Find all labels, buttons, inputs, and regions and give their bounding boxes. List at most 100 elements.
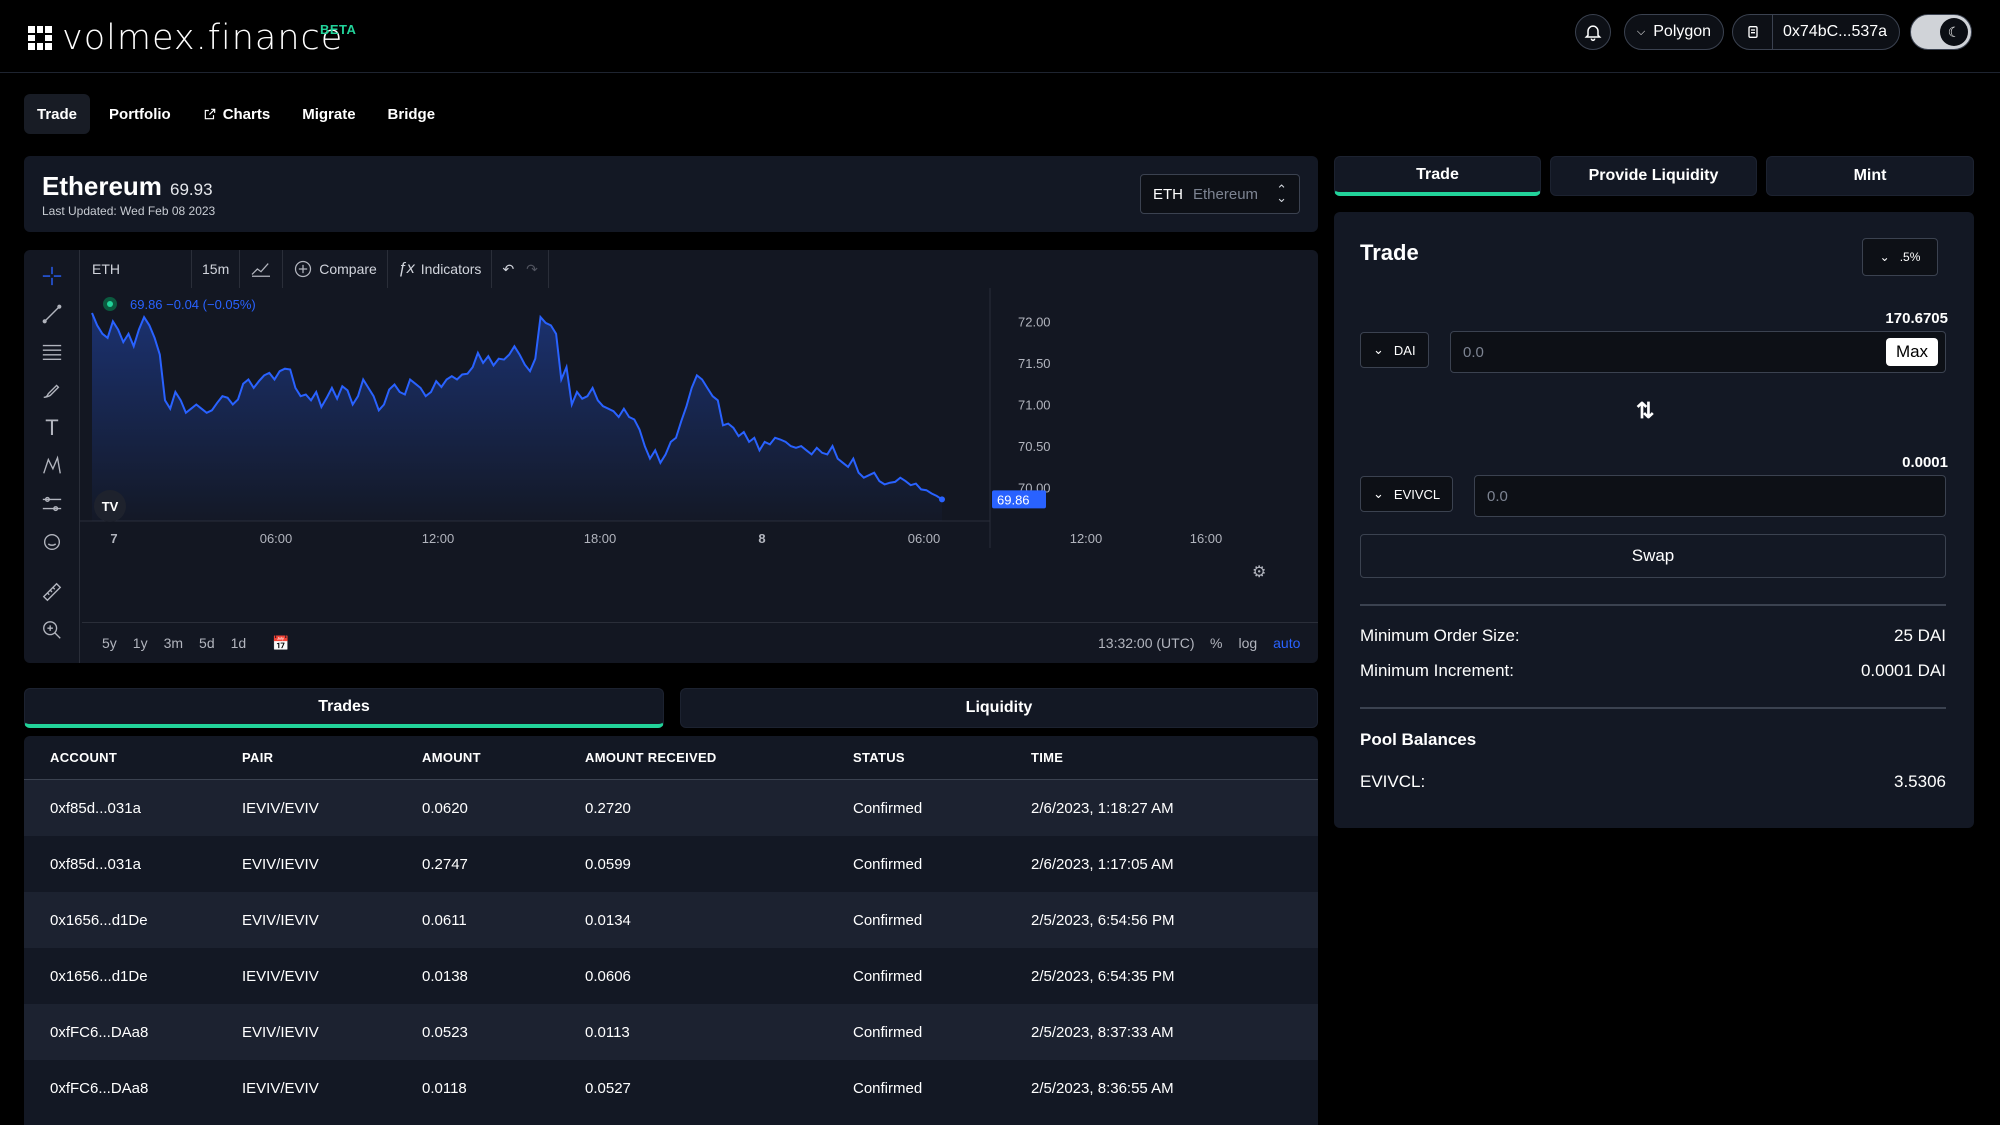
divider: [1360, 707, 1946, 709]
cell-status: Confirmed: [853, 799, 923, 817]
range-1y[interactable]: 1y: [133, 635, 148, 652]
to-token-label: EVIVCL: [1393, 486, 1441, 502]
table-row[interactable]: 0xf85d...031a EVIV/IEVIV 0.2747 0.0599 Confi…: [24, 836, 1318, 892]
cell-amount-received: 0.0599: [585, 855, 631, 873]
range-5y[interactable]: 5y: [102, 635, 117, 652]
range-1d[interactable]: 1d: [231, 635, 247, 652]
pool-balance-value: 3.5306: [1894, 772, 1946, 791]
cell-amount-received: 0.0113: [585, 1023, 630, 1041]
tab-trades[interactable]: Trades: [24, 688, 664, 728]
to-amount-input[interactable]: [1474, 475, 1946, 517]
chart-settings-icon[interactable]: ⚙: [1252, 562, 1270, 581]
max-button[interactable]: Max: [1886, 338, 1938, 366]
auto-scale-button[interactable]: auto: [1273, 635, 1300, 651]
pool-balances-title: Pool Balances: [1360, 730, 1477, 749]
x-tick-label: 06:00: [260, 531, 293, 546]
tab-trade-panel[interactable]: Trade: [1334, 156, 1541, 196]
cell-pair: EVIV/IEVIV: [242, 911, 319, 929]
nav-migrate-label: Migrate: [302, 105, 356, 123]
header-divider: [0, 72, 2000, 73]
to-token-select[interactable]: ⌄ EVIVCL: [1360, 476, 1454, 512]
zoom-in-icon[interactable]: [40, 618, 64, 642]
max-label: Max: [1895, 342, 1929, 361]
ruler-icon[interactable]: [40, 580, 64, 604]
chevron-down-icon: ⌄: [1879, 250, 1890, 264]
range-5d[interactable]: 5d: [199, 635, 215, 652]
table-row[interactable]: 0xfFC6...DAa8 EVIV/IEVIV 0.0523 0.0113 Confi…: [24, 1004, 1318, 1060]
undo-icon[interactable]: ↶: [502, 261, 514, 278]
from-token-select[interactable]: ⌄ DAI: [1360, 332, 1429, 368]
nav-trade[interactable]: Trade: [24, 94, 91, 134]
table-row[interactable]: 0xf85d...031a IEVIV/EVIV 0.0620 0.2720 Confi…: [24, 780, 1318, 836]
nav-migrate[interactable]: Migrate: [289, 94, 368, 134]
from-amount-input[interactable]: [1450, 331, 1946, 373]
logo[interactable]: volmex.finance: [28, 18, 343, 58]
price-chart[interactable]: T ETH 15m Compare ƒx Indicators ↶ ↷ 72.00 7…: [24, 250, 1318, 663]
asset-select-name: Ethereum: [1193, 185, 1259, 203]
brush-icon[interactable]: [40, 378, 64, 402]
notifications-button[interactable]: [1575, 14, 1611, 50]
indicators-button[interactable]: ƒx Indicators: [388, 250, 493, 288]
symbol-search[interactable]: ETH: [82, 250, 192, 288]
compare-button[interactable]: Compare: [283, 250, 388, 288]
nav-charts[interactable]: Charts: [190, 94, 284, 134]
col-amount[interactable]: AMOUNT: [422, 750, 585, 765]
table-row[interactable]: 0x1656...d1De IEVIV/EVIV 0.0138 0.0606 Confi…: [24, 948, 1318, 1004]
nav-portfolio[interactable]: Portfolio: [96, 94, 184, 134]
tab-provide-liquidity[interactable]: Provide Liquidity: [1550, 156, 1757, 196]
tab-mint[interactable]: Mint: [1766, 156, 1974, 196]
cell-account: 0x1656...d1De: [50, 967, 148, 985]
nav-bridge-label: Bridge: [387, 105, 436, 123]
nav-bridge[interactable]: Bridge: [375, 94, 449, 134]
x-tick-label: 7: [110, 531, 117, 546]
col-status[interactable]: STATUS: [853, 750, 1031, 765]
col-account[interactable]: ACCOUNT: [24, 750, 242, 765]
date-range-icon[interactable]: 📅: [272, 635, 289, 652]
col-time[interactable]: TIME: [1031, 750, 1311, 765]
cell-amount: 0.0138: [422, 967, 468, 985]
fib-lines-icon[interactable]: [40, 340, 64, 364]
chart-type-button[interactable]: [240, 250, 284, 288]
copy-icon[interactable]: [1733, 15, 1773, 49]
interval-button[interactable]: 15m: [192, 250, 241, 288]
redo-icon[interactable]: ↷: [526, 261, 538, 278]
col-pair[interactable]: PAIR: [242, 750, 422, 765]
cell-amount: 0.0611: [422, 911, 467, 929]
cell-time: 2/6/2023, 1:18:27 AM: [1031, 799, 1174, 817]
swap-button[interactable]: Swap: [1360, 534, 1946, 578]
pattern-icon[interactable]: [40, 454, 64, 478]
y-tick-label: 70.50: [1018, 439, 1051, 454]
network-selector[interactable]: ⌵ Polygon: [1624, 14, 1724, 50]
compare-label: Compare: [319, 261, 377, 277]
nav-portfolio-label: Portfolio: [109, 105, 171, 123]
last-price-point: [939, 496, 945, 503]
slippage-select[interactable]: ⌄ .5%: [1862, 238, 1938, 276]
utc-time[interactable]: 13:32:00 (UTC): [1098, 635, 1194, 651]
chart-canvas[interactable]: 72.0071.5071.0070.5070.0069.867 06:00 12:0…: [80, 288, 1318, 622]
percent-scale-button[interactable]: %: [1210, 635, 1222, 651]
cell-account: 0xfFC6...DAa8: [50, 1023, 149, 1041]
cell-time: 2/5/2023, 8:36:55 AM: [1031, 1079, 1174, 1097]
trades-table: ACCOUNT PAIR AMOUNT AMOUNT RECEIVED STAT…: [24, 736, 1318, 1125]
theme-toggle[interactable]: ☾: [1910, 14, 1972, 50]
table-row[interactable]: 0x1656...d1De EVIV/IEVIV 0.0611 0.0134 Confi…: [24, 892, 1318, 948]
table-row[interactable]: 0xfFC6...DAa8 IEVIV/EVIV 0.0118 0.0527 Confi…: [24, 1060, 1318, 1116]
asset-select[interactable]: ETH Ethereum ⌃ ⌄: [1140, 174, 1300, 214]
trend-line-icon[interactable]: [40, 302, 64, 326]
last-updated: Last Updated: Wed Feb 08 2023: [42, 204, 216, 218]
emoji-icon[interactable]: [40, 530, 64, 554]
wallet-button[interactable]: 0x74bC...537a: [1732, 14, 1900, 50]
prediction-icon[interactable]: [40, 492, 64, 516]
logo-text: volmex.finance: [62, 18, 344, 58]
tab-liquidity[interactable]: Liquidity: [680, 688, 1318, 728]
swap-direction-icon[interactable]: ⇅: [1636, 398, 1654, 424]
text-tool-icon[interactable]: T: [40, 415, 64, 440]
crosshair-icon[interactable]: [40, 264, 64, 288]
log-scale-button[interactable]: log: [1238, 635, 1257, 651]
cell-amount-received: 0.0527: [585, 1079, 631, 1097]
range-3m[interactable]: 3m: [164, 635, 183, 652]
col-amount-received[interactable]: AMOUNT RECEIVED: [585, 750, 853, 765]
pool-balance-label: EVIVCL:: [1360, 772, 1426, 791]
x-tick-label: 8: [758, 531, 765, 546]
cell-amount-received: 0.0134: [585, 911, 631, 929]
